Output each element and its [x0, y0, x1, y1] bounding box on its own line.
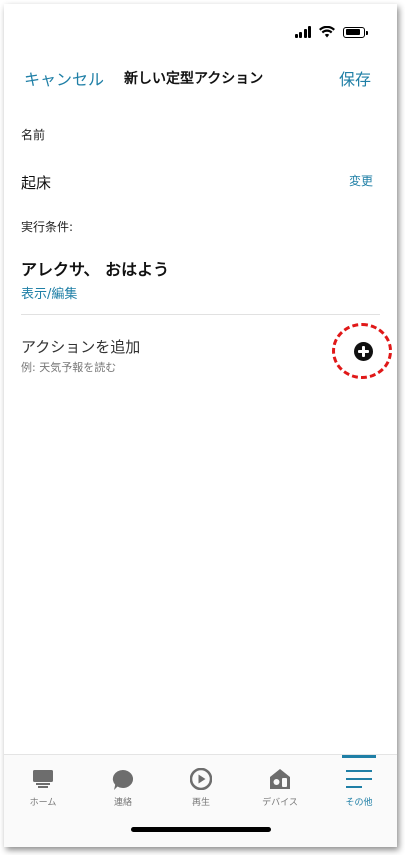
tab-label: ホーム: [29, 798, 57, 808]
tab-play[interactable]: 再生: [162, 755, 240, 815]
app-screen: キャンセル 新しい定型アクション 保存 名前 起床 変更 実行条件: アレクサ、…: [4, 4, 397, 847]
battery-icon: [343, 26, 368, 38]
status-bar: [294, 26, 368, 38]
chat-bubble-icon: [112, 769, 134, 790]
nav-header: キャンセル 新しい定型アクション 保存: [4, 62, 397, 92]
view-edit-trigger-link[interactable]: 表示/編集: [21, 283, 77, 302]
tab-label: デバイス: [262, 798, 298, 808]
page-title: 新しい定型アクション: [124, 71, 264, 87]
cancel-button[interactable]: キャンセル: [24, 66, 104, 90]
trigger-phrase: アレクサ、 おはよう: [21, 260, 170, 279]
devices-icon: [270, 769, 290, 789]
routine-name-value: 起床: [21, 174, 52, 192]
tab-devices[interactable]: デバイス: [241, 755, 319, 815]
wifi-icon: [319, 26, 335, 38]
add-action-hint: 例: 天気予報を読む: [21, 361, 117, 374]
menu-icon: [346, 770, 372, 788]
cellular-signal-icon: [294, 26, 311, 38]
add-action-label: アクションを追加: [21, 338, 141, 356]
tab-communicate[interactable]: 連絡: [84, 755, 162, 815]
play-icon: [190, 768, 212, 790]
save-button[interactable]: 保存: [339, 66, 371, 90]
tab-label: 連絡: [113, 798, 132, 808]
change-name-link[interactable]: 変更: [349, 172, 373, 189]
tab-label: 再生: [191, 798, 210, 808]
section-divider: [21, 314, 380, 315]
home-icon: [33, 770, 53, 788]
tab-more[interactable]: その他: [320, 755, 397, 815]
tab-label: その他: [345, 798, 373, 808]
plus-circle-icon[interactable]: [354, 342, 373, 361]
tab-bar: ホーム 連絡 再生 デバイス その他: [4, 754, 397, 847]
tab-home[interactable]: ホーム: [4, 755, 82, 815]
name-label: 名前: [21, 128, 46, 142]
home-indicator: [131, 827, 271, 832]
trigger-label: 実行条件:: [21, 220, 74, 234]
